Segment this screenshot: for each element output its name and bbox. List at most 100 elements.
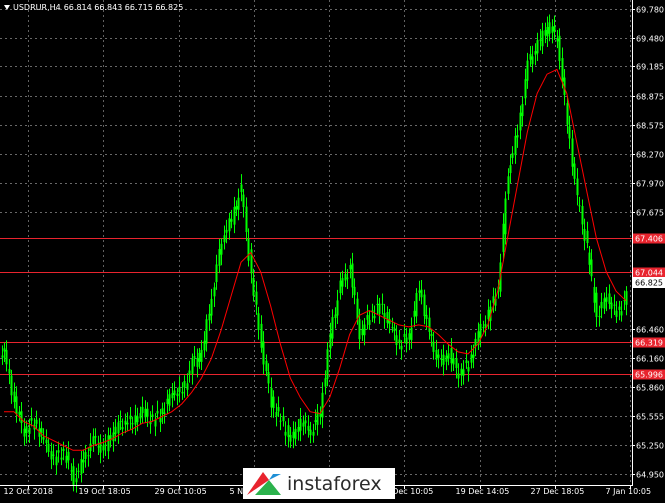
- candle-body: [196, 358, 199, 367]
- candle-body: [608, 293, 611, 304]
- candle-body: [524, 79, 527, 99]
- candle-body: [418, 290, 421, 293]
- candle-body: [245, 206, 248, 232]
- candle-body: [539, 39, 542, 41]
- candle-body: [188, 370, 191, 374]
- candle-body: [576, 178, 579, 196]
- candle-body: [314, 420, 317, 423]
- candle-body: [257, 313, 260, 331]
- candle-body: [124, 420, 127, 425]
- candle-body: [546, 27, 549, 37]
- candle-body: [551, 26, 554, 33]
- candle-body: [544, 29, 547, 36]
- candle-body: [47, 443, 50, 452]
- candle-body: [400, 345, 403, 350]
- candle-body: [329, 333, 332, 349]
- candle-body: [571, 138, 574, 167]
- candle-body: [240, 184, 243, 193]
- candle-body: [97, 446, 100, 448]
- candle-body: [299, 418, 302, 431]
- candle-body: [154, 419, 157, 427]
- candle-body: [548, 22, 551, 34]
- candle-body: [358, 319, 361, 340]
- candle-body: [215, 264, 218, 283]
- candle-body: [15, 396, 18, 415]
- candle-body: [321, 392, 324, 418]
- candle-body: [13, 391, 16, 403]
- candle-body: [262, 341, 265, 365]
- candle-body: [72, 466, 75, 485]
- candle-body: [595, 292, 598, 318]
- candle-body: [146, 408, 149, 417]
- candle-body: [129, 415, 132, 420]
- candle-body: [432, 341, 435, 352]
- candle-body: [465, 360, 468, 364]
- candle-body: [586, 230, 589, 244]
- candle-body: [302, 422, 305, 427]
- candle-body: [519, 112, 522, 131]
- candle-body: [353, 286, 356, 296]
- candle-body: [193, 356, 196, 358]
- candle-body: [151, 414, 154, 417]
- price-chart[interactable]: 69.780 69.480 69.185 68.875 68.575 68.270 67.9…: [0, 0, 665, 499]
- candle-body: [161, 408, 164, 414]
- candle-body: [568, 126, 571, 139]
- candle-body: [171, 393, 174, 399]
- candle-body: [588, 252, 591, 265]
- candle-body: [341, 278, 344, 287]
- candle-body: [279, 420, 282, 422]
- candle-body: [529, 54, 532, 60]
- candle-body: [50, 451, 53, 460]
- candle-body: [141, 406, 144, 414]
- candle-body: [242, 194, 245, 208]
- candle-body: [373, 315, 376, 319]
- candle-body: [307, 425, 310, 431]
- candle-body: [119, 421, 122, 423]
- candle-body: [198, 352, 201, 362]
- candle-body: [346, 277, 349, 279]
- candle-body: [25, 426, 28, 433]
- candle-body: [156, 411, 159, 414]
- candle-body: [423, 294, 426, 317]
- candle-body: [176, 393, 179, 397]
- candle-body: [319, 413, 322, 417]
- candle-body: [267, 371, 270, 384]
- candle-body: [225, 229, 228, 233]
- x-tick-label: 12 Oct 2018: [4, 487, 53, 496]
- candle-body: [467, 367, 470, 372]
- y-tick-label: 68.875: [636, 93, 664, 102]
- candle-body: [410, 327, 413, 341]
- candle-body: [57, 450, 60, 453]
- candle-body: [462, 369, 465, 376]
- candle-body: [395, 335, 398, 346]
- dropdown-triangle-icon[interactable]: [4, 5, 10, 10]
- candle-body: [28, 427, 31, 434]
- candle-body: [484, 324, 487, 327]
- candle-body: [18, 411, 21, 415]
- candle-body: [144, 408, 147, 418]
- candle-body: [403, 333, 406, 338]
- candle-body: [45, 439, 48, 444]
- y-tick-label: 69.780: [636, 6, 664, 15]
- candle-body: [452, 358, 455, 365]
- y-tick-label: 65.250: [636, 442, 664, 451]
- candle-body: [566, 103, 569, 125]
- candle-body: [42, 436, 45, 440]
- candle-body: [408, 333, 411, 340]
- candle-body: [556, 38, 559, 42]
- candle-body: [507, 176, 510, 194]
- candle-body: [324, 378, 327, 387]
- candle-body: [55, 456, 58, 466]
- candle-body: [8, 369, 11, 374]
- candle-body: [331, 317, 334, 339]
- x-tick-label: 19 Oct 18:05: [79, 487, 131, 496]
- candle-body: [272, 396, 275, 409]
- candle-body: [339, 280, 342, 294]
- candle-body: [361, 328, 364, 336]
- candle-body: [425, 314, 428, 319]
- candle-body: [82, 459, 85, 463]
- candle-body: [191, 358, 194, 375]
- chart-background: [0, 0, 665, 499]
- candle-body: [186, 383, 189, 390]
- candle-body: [284, 431, 287, 436]
